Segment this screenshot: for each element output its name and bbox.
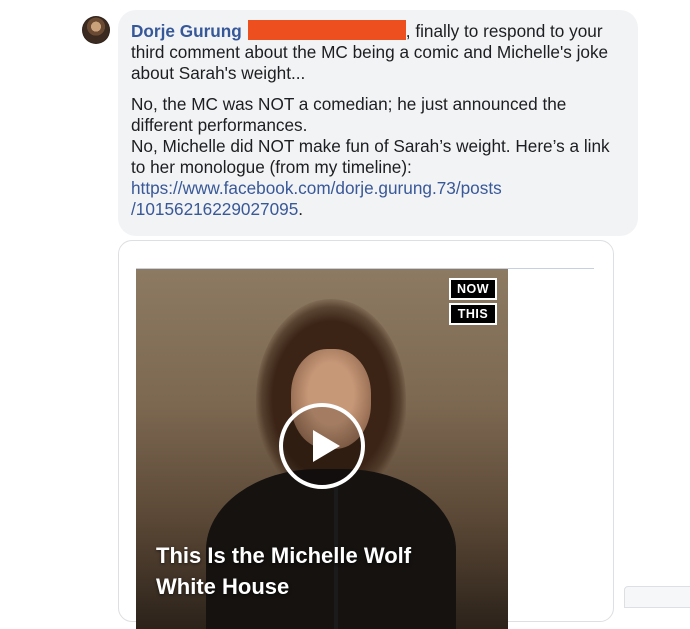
comment-paragraph-body: No, the MC was NOT a comedian; he just a… [131, 94, 624, 220]
nowthis-badge-this: THIS [449, 303, 497, 325]
nowthis-logo: NOW THIS [449, 278, 497, 325]
video-thumbnail[interactable]: NOW THIS This Is the Michelle Wolf White… [136, 269, 508, 629]
play-icon [313, 430, 340, 462]
play-button[interactable] [279, 403, 365, 489]
video-attachment-card[interactable]: NOW THIS This Is the Michelle Wolf White… [118, 240, 614, 629]
comment-line-1: No, the MC was NOT a comedian; he just a… [131, 94, 567, 135]
monologue-link-part-1[interactable]: https://www.facebook.com/dorje.gurung.73… [131, 178, 502, 198]
corner-panel-edge [624, 586, 690, 608]
video-title: This Is the Michelle Wolf White House [156, 543, 412, 599]
comment-line-2: No, Michelle did NOT make fun of Sarah’s… [131, 136, 610, 177]
monologue-link[interactable]: https://www.facebook.com/dorje.gurung.73… [131, 178, 502, 219]
redacted-mention [247, 20, 406, 40]
comment-bubble: Dorje Gurung, finally to respond to your… [118, 10, 638, 236]
comment-author-link[interactable]: Dorje Gurung [131, 21, 242, 41]
nowthis-badge-now: NOW [449, 278, 497, 300]
comment-trailing: . [298, 199, 304, 219]
monologue-link-part-2[interactable]: /10156216229027095 [131, 199, 298, 219]
commenter-avatar[interactable] [82, 16, 110, 44]
comment-paragraph-intro: Dorje Gurung, finally to respond to your… [131, 20, 624, 84]
